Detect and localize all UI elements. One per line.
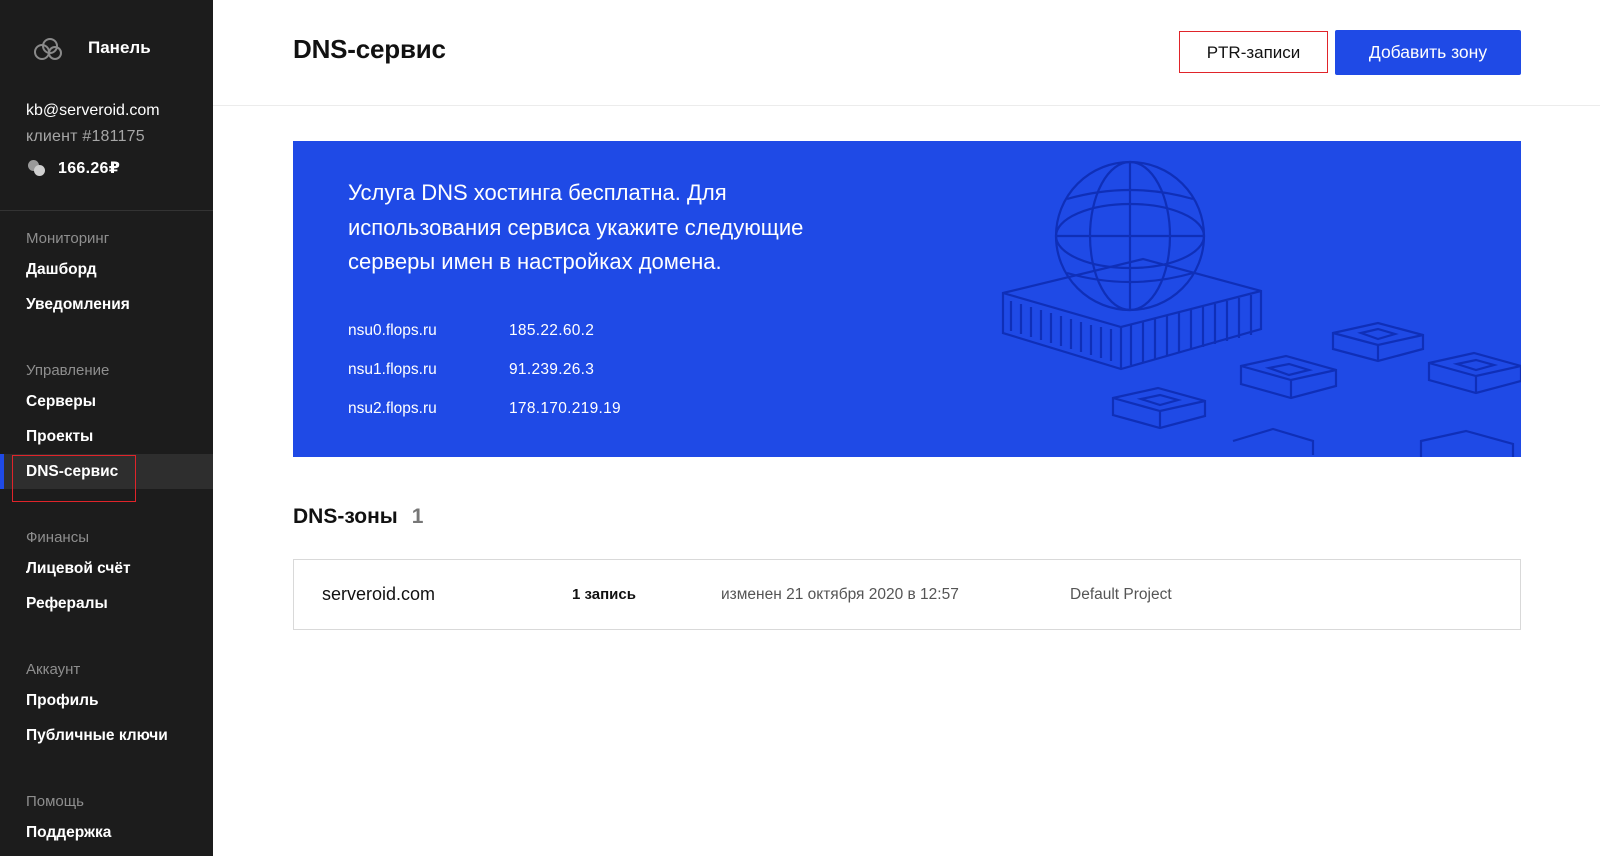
- nav-heading-finance: Финансы: [26, 529, 89, 546]
- nameserver-ip: 178.170.219.19: [509, 399, 621, 417]
- ptr-records-button[interactable]: PTR-записи: [1181, 33, 1326, 73]
- zone-name: serveroid.com: [322, 584, 436, 604]
- account-info: kb@serveroid.com клиент #181175 166.26₽: [26, 102, 206, 178]
- nameserver-ip: 91.239.26.3: [509, 360, 595, 378]
- zone-modified: изменен 21 октября 2020 в 12:57: [721, 586, 959, 603]
- banner-text: Услуга DNS хостинга бесплатна. Для испол…: [348, 180, 804, 274]
- page-header: DNS-сервис PTR-записи Добавить зону: [213, 0, 1600, 106]
- nav-group-account: Аккаунт Профиль Публичные ключи: [0, 657, 213, 753]
- sidebar-item-servers[interactable]: Серверы: [0, 384, 213, 419]
- nameserver-ip: 185.22.60.2: [509, 321, 595, 339]
- nav-heading-account: Аккаунт: [26, 661, 81, 678]
- zone-row[interactable]: serveroid.com 1 запись изменен 21 октябр…: [293, 559, 1521, 630]
- brand[interactable]: Панель: [0, 0, 213, 100]
- sidebar-divider: [0, 210, 213, 211]
- nav-heading-monitoring: Мониторинг: [26, 230, 110, 247]
- sidebar-item-referrals[interactable]: Рефералы: [0, 586, 213, 621]
- nameserver-host: nsu1.flops.ru: [348, 360, 437, 378]
- balance: 166.26₽: [26, 158, 206, 178]
- dns-info-banner: Услуга DNS хостинга бесплатна. Для испол…: [293, 141, 1521, 457]
- sidebar-item-notifications[interactable]: Уведомления: [0, 287, 213, 322]
- zones-title: DNS-зоны: [293, 505, 398, 528]
- nav-heading-management: Управление: [26, 362, 110, 379]
- brand-title: Панель: [88, 38, 151, 57]
- page-title: DNS-сервис: [293, 34, 446, 64]
- nameserver-host: nsu0.flops.ru: [348, 321, 437, 339]
- nameserver-row: nsu2.flops.ru 178.170.219.19: [348, 389, 621, 428]
- sidebar-item-dashboard[interactable]: Дашборд: [0, 252, 213, 287]
- nav-group-monitoring: Мониторинг Дашборд Уведомления: [0, 226, 213, 322]
- zone-project: Default Project: [1070, 586, 1172, 603]
- sidebar-item-profile[interactable]: Профиль: [0, 683, 213, 718]
- sidebar: Панель kb@serveroid.com клиент #181175 1…: [0, 0, 213, 856]
- nav-group-help: Помощь Поддержка: [0, 789, 213, 850]
- zones-heading: DNS-зоны 1: [293, 505, 423, 529]
- sidebar-item-support[interactable]: Поддержка: [0, 815, 213, 850]
- globe-server-illustration: [1001, 160, 1521, 457]
- balance-value: 166.26₽: [58, 160, 121, 177]
- nav-group-finance: Финансы Лицевой счёт Рефералы: [0, 525, 213, 621]
- client-id: клиент #181175: [26, 128, 145, 145]
- nameserver-row: nsu1.flops.ru 91.239.26.3: [348, 350, 621, 389]
- nav-group-management: Управление Серверы Проекты DNS-сервис: [0, 358, 213, 489]
- account-email: kb@serveroid.com: [26, 102, 160, 119]
- sidebar-item-dns-service[interactable]: DNS-сервис: [0, 454, 213, 489]
- nameserver-list: nsu0.flops.ru 185.22.60.2 nsu1.flops.ru …: [348, 311, 621, 428]
- sidebar-item-account-balance[interactable]: Лицевой счёт: [0, 551, 213, 586]
- add-zone-button[interactable]: Добавить зону: [1335, 30, 1521, 75]
- zones-count: 1: [411, 505, 424, 528]
- cloud-logo-icon: [34, 38, 62, 60]
- coins-icon: [26, 159, 48, 177]
- nameserver-host: nsu2.flops.ru: [348, 399, 437, 417]
- sidebar-item-public-keys[interactable]: Публичные ключи: [0, 718, 213, 753]
- nav-heading-help: Помощь: [26, 793, 84, 810]
- sidebar-item-projects[interactable]: Проекты: [0, 419, 213, 454]
- nameserver-row: nsu0.flops.ru 185.22.60.2: [348, 311, 621, 350]
- zone-records: 1 запись: [572, 586, 636, 603]
